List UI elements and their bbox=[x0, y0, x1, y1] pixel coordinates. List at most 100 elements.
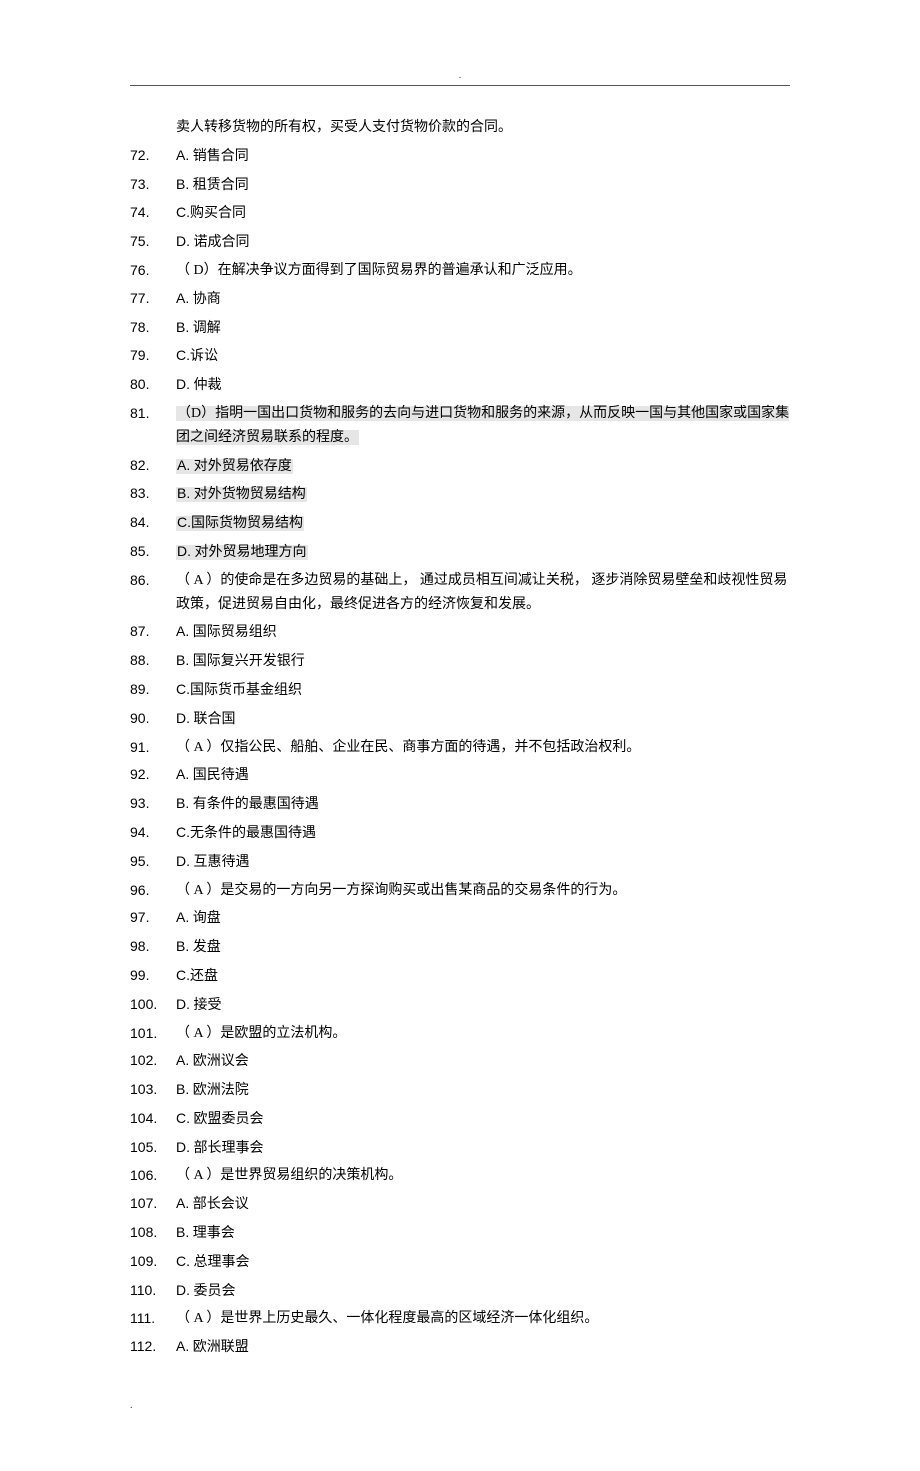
list-item: 81.（D）指明一国出口货物和服务的去向与进口货物和服务的来源，从而反映一国与其… bbox=[130, 402, 790, 450]
option-text: 询盘 bbox=[189, 911, 221, 926]
option-letter: B. bbox=[176, 1224, 189, 1240]
option-letter: A. bbox=[177, 457, 190, 473]
option-text: 欧盟委员会 bbox=[190, 1112, 264, 1127]
item-number: 100. bbox=[130, 993, 176, 1018]
option-letter: D. bbox=[176, 1282, 190, 1298]
option-text: 国际货币基金组织 bbox=[190, 683, 302, 698]
item-text: D. 互惠待遇 bbox=[176, 850, 790, 875]
item-number: 106. bbox=[130, 1164, 176, 1188]
list-item: 卖人转移货物的所有权，买受人支付货物价款的合同。 bbox=[130, 116, 790, 140]
list-item: 80.D. 仲裁 bbox=[130, 373, 790, 398]
list-item: 109.C. 总理事会 bbox=[130, 1250, 790, 1275]
item-number: 75. bbox=[130, 230, 176, 255]
item-number: 98. bbox=[130, 935, 176, 960]
item-text: B. 有条件的最惠国待遇 bbox=[176, 792, 790, 817]
option-letter: A. bbox=[176, 909, 189, 925]
list-item: 101.（ A ）是欧盟的立法机构。 bbox=[130, 1022, 790, 1046]
option-text: 国际货物贸易结构 bbox=[191, 516, 303, 531]
option-letter: C. bbox=[176, 1253, 190, 1269]
item-number: 99. bbox=[130, 964, 176, 989]
option-letter: B. bbox=[176, 795, 189, 811]
option-text: 诉讼 bbox=[190, 349, 218, 364]
list-item: 97.A. 询盘 bbox=[130, 906, 790, 931]
option-text: （ A ）仅指公民、船舶、企业在民、商事方面的待遇，并不包括政治权利。 bbox=[176, 740, 640, 755]
list-item: 86.（ A ）的使命是在多边贸易的基础上， 通过成员相互间减让关税， 逐步消除… bbox=[130, 569, 790, 617]
item-text: D. 部长理事会 bbox=[176, 1136, 790, 1161]
option-text: （D）指明一国出口货物和服务的去向与进口货物和服务的来源，从而反映一国与其他国家… bbox=[176, 406, 789, 445]
list-item: 102.A. 欧洲议会 bbox=[130, 1049, 790, 1074]
item-number: 88. bbox=[130, 649, 176, 674]
option-text: 调解 bbox=[189, 321, 221, 336]
item-number: 103. bbox=[130, 1078, 176, 1103]
list-item: 105.D. 部长理事会 bbox=[130, 1136, 790, 1161]
item-text: D. 对外贸易地理方向 bbox=[176, 540, 790, 565]
option-letter: C. bbox=[176, 967, 190, 983]
item-text: （ A ）是世界贸易组织的决策机构。 bbox=[176, 1164, 790, 1188]
item-text: C.国际货物贸易结构 bbox=[176, 511, 790, 536]
option-text: 理事会 bbox=[189, 1226, 235, 1241]
item-number: 94. bbox=[130, 821, 176, 846]
list-item: 98.B. 发盘 bbox=[130, 935, 790, 960]
item-number: 112. bbox=[130, 1335, 176, 1360]
option-text: 诺成合同 bbox=[190, 235, 250, 250]
item-text: A. 销售合同 bbox=[176, 144, 790, 169]
item-number: 95. bbox=[130, 850, 176, 875]
item-text: A. 询盘 bbox=[176, 906, 790, 931]
item-number: 91. bbox=[130, 736, 176, 760]
option-letter: C. bbox=[176, 681, 190, 697]
option-letter: B. bbox=[176, 938, 189, 954]
list-item: 112.A. 欧洲联盟 bbox=[130, 1335, 790, 1360]
option-text: 总理事会 bbox=[190, 1255, 250, 1270]
item-number: 89. bbox=[130, 678, 176, 703]
list-item: 108.B. 理事会 bbox=[130, 1221, 790, 1246]
item-text: A. 部长会议 bbox=[176, 1192, 790, 1217]
option-letter: A. bbox=[176, 766, 189, 782]
list-item: 76.（ D）在解决争议方面得到了国际贸易界的普遍承认和广泛应用。 bbox=[130, 259, 790, 283]
option-text: 协商 bbox=[189, 292, 221, 307]
item-number: 86. bbox=[130, 569, 176, 617]
option-letter: C. bbox=[176, 1110, 190, 1126]
item-number: 109. bbox=[130, 1250, 176, 1275]
list-item: 78.B. 调解 bbox=[130, 316, 790, 341]
item-number: 111. bbox=[130, 1307, 176, 1331]
option-text: 部长理事会 bbox=[190, 1141, 264, 1156]
item-text: C.购买合同 bbox=[176, 201, 790, 226]
option-text: （ A ）的使命是在多边贸易的基础上， 通过成员相互间减让关税， 逐步消除贸易壁… bbox=[176, 573, 787, 612]
list-item: 89.C.国际货币基金组织 bbox=[130, 678, 790, 703]
item-text: A. 国际贸易组织 bbox=[176, 620, 790, 645]
option-text: 委员会 bbox=[190, 1284, 236, 1299]
option-letter: D. bbox=[176, 376, 190, 392]
option-text: 欧洲议会 bbox=[189, 1054, 249, 1069]
option-text: 租赁合同 bbox=[189, 178, 249, 193]
option-letter: B. bbox=[176, 176, 189, 192]
option-text: 部长会议 bbox=[189, 1197, 249, 1212]
item-text: C.国际货币基金组织 bbox=[176, 678, 790, 703]
option-text: 还盘 bbox=[190, 969, 218, 984]
option-letter: C. bbox=[177, 514, 191, 530]
option-text: （ A ）是欧盟的立法机构。 bbox=[176, 1026, 346, 1041]
option-text: 对外贸易依存度 bbox=[190, 459, 292, 474]
item-number: 110. bbox=[130, 1279, 176, 1304]
option-text: 仲裁 bbox=[190, 378, 222, 393]
item-text: B. 调解 bbox=[176, 316, 790, 341]
list-item: 99.C.还盘 bbox=[130, 964, 790, 989]
option-text: 有条件的最惠国待遇 bbox=[189, 797, 319, 812]
item-number: 104. bbox=[130, 1107, 176, 1132]
option-text: 联合国 bbox=[190, 712, 236, 727]
item-number: 79. bbox=[130, 344, 176, 369]
item-text: C.无条件的最惠国待遇 bbox=[176, 821, 790, 846]
list-item: 88.B. 国际复兴开发银行 bbox=[130, 649, 790, 674]
list-item: 111.（ A ）是世界上历史最久、一体化程度最高的区域经济一体化组织。 bbox=[130, 1307, 790, 1331]
item-number: 102. bbox=[130, 1049, 176, 1074]
list-item: 107.A. 部长会议 bbox=[130, 1192, 790, 1217]
header-dot: . bbox=[130, 70, 790, 81]
option-text: （ A ）是世界贸易组织的决策机构。 bbox=[176, 1168, 402, 1183]
item-text: A. 对外贸易依存度 bbox=[176, 454, 790, 479]
item-text: A. 欧洲议会 bbox=[176, 1049, 790, 1074]
list-item: 94.C.无条件的最惠国待遇 bbox=[130, 821, 790, 846]
option-text: 无条件的最惠国待遇 bbox=[190, 826, 316, 841]
item-text: A. 国民待遇 bbox=[176, 763, 790, 788]
option-letter: D. bbox=[176, 996, 190, 1012]
option-letter: B. bbox=[176, 1081, 189, 1097]
item-number: 74. bbox=[130, 201, 176, 226]
